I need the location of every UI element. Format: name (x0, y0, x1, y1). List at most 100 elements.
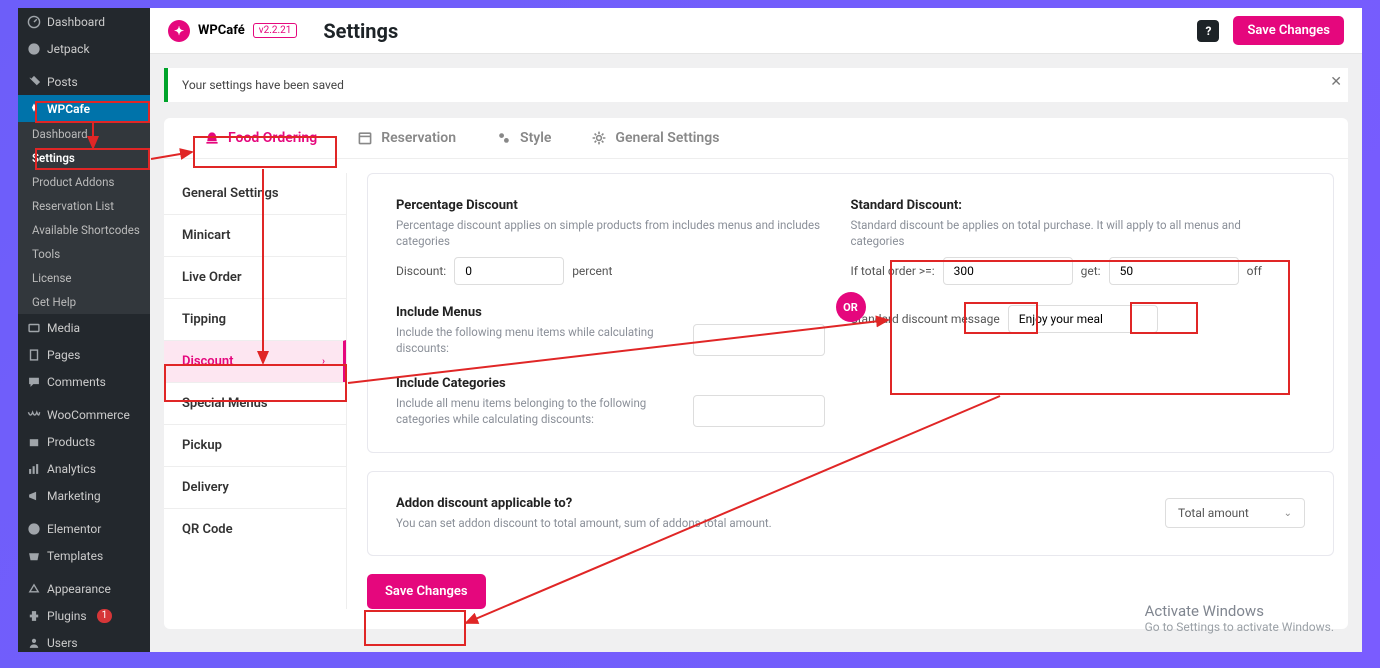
side-tab-label: Discount (182, 354, 234, 369)
dropdown-value: Total amount (1178, 506, 1249, 520)
side-tab-discount[interactable]: Discount› (164, 340, 346, 382)
side-tab-delivery[interactable]: Delivery (164, 466, 346, 508)
menu-label: Jetpack (47, 42, 90, 56)
include-categories-title: Include Categories (396, 376, 825, 391)
menu-marketing[interactable]: Marketing (18, 482, 150, 509)
menu-label: Pages (47, 348, 80, 362)
menu-elementor[interactable]: Elementor (18, 515, 150, 542)
include-menus-select[interactable] (693, 324, 825, 356)
menu-label: WooCommerce (47, 408, 130, 422)
tab-food-ordering[interactable]: Food Ordering (204, 130, 317, 146)
tab-label: General Settings (615, 130, 719, 146)
include-menus-desc: Include the following menu items while c… (396, 324, 685, 356)
include-categories-select[interactable] (693, 395, 825, 427)
addon-applicable-select[interactable]: Total amount ⌄ (1165, 498, 1305, 528)
side-tab-minicart[interactable]: Minicart (164, 214, 346, 256)
menu-label: WPCafe (47, 102, 90, 116)
sub-settings[interactable]: Settings (18, 146, 150, 170)
standard-title: Standard Discount: (851, 198, 1280, 213)
page-title: Settings (323, 19, 398, 43)
settings-saved-notice: Your settings have been saved ✕ (164, 68, 1348, 102)
menu-products[interactable]: Products (18, 428, 150, 455)
side-tab-tipping[interactable]: Tipping (164, 298, 346, 340)
calendar-icon (357, 130, 373, 146)
elementor-icon (26, 521, 41, 536)
sub-reservation[interactable]: Reservation List (18, 194, 150, 218)
appearance-icon (26, 581, 41, 596)
menu-label: Comments (47, 375, 106, 389)
brand-logo-icon: ✦ (168, 20, 190, 42)
side-tab-special-menus[interactable]: Special Menus (164, 382, 346, 424)
menu-label: Analytics (47, 462, 96, 476)
media-icon (26, 320, 41, 335)
menu-analytics[interactable]: Analytics (18, 455, 150, 482)
menu-posts[interactable]: Posts (18, 68, 150, 95)
side-tab-live-order[interactable]: Live Order (164, 256, 346, 298)
menu-label: Plugins (47, 609, 87, 623)
side-tab-general[interactable]: General Settings (164, 173, 346, 214)
standard-discount-column: Standard Discount: Standard discount be … (851, 198, 1306, 428)
sub-dashboard[interactable]: Dashboard (18, 122, 150, 146)
get-amount-input[interactable] (1109, 257, 1239, 285)
menu-jetpack[interactable]: Jetpack (18, 35, 150, 62)
menu-label: Appearance (47, 582, 111, 596)
menu-plugins[interactable]: Plugins 1 (18, 602, 150, 629)
pages-icon (26, 347, 41, 362)
style-icon (496, 130, 512, 146)
sub-tools[interactable]: Tools (18, 242, 150, 266)
discount-percent-input[interactable] (454, 257, 564, 285)
tab-style[interactable]: Style (496, 130, 551, 146)
addon-title: Addon discount applicable to? (396, 496, 772, 511)
dashboard-icon (26, 14, 41, 29)
users-icon (26, 635, 41, 650)
addon-desc: You can set addon discount to total amou… (396, 515, 772, 531)
dismiss-notice-button[interactable]: ✕ (1330, 74, 1342, 90)
menu-label: Dashboard (47, 15, 105, 29)
addon-discount-panel: Addon discount applicable to? You can se… (367, 471, 1334, 556)
menu-dashboard[interactable]: Dashboard (18, 8, 150, 35)
include-categories-desc: Include all menu items belonging to the … (396, 395, 685, 427)
wpcafe-icon (26, 101, 41, 116)
standard-desc: Standard discount be applies on total pu… (851, 217, 1280, 249)
tab-label: Style (520, 130, 551, 146)
menu-pages[interactable]: Pages (18, 341, 150, 368)
menu-templates[interactable]: Templates (18, 542, 150, 569)
save-changes-top-button[interactable]: Save Changes (1233, 16, 1344, 45)
jetpack-icon (26, 41, 41, 56)
sub-license[interactable]: License (18, 266, 150, 290)
tab-reservation[interactable]: Reservation (357, 130, 456, 146)
menu-media[interactable]: Media (18, 314, 150, 341)
plugins-update-badge: 1 (97, 609, 113, 623)
sub-help[interactable]: Get Help (18, 290, 150, 314)
sub-addons[interactable]: Product Addons (18, 170, 150, 194)
menu-comments[interactable]: Comments (18, 368, 150, 395)
if-total-label: If total order >=: (851, 264, 935, 278)
menu-wpcafe[interactable]: WPCafe (18, 95, 150, 122)
tab-label: Food Ordering (228, 130, 317, 146)
discount-message-input[interactable] (1008, 305, 1158, 333)
get-label: get: (1081, 264, 1101, 278)
menu-appearance[interactable]: Appearance (18, 575, 150, 602)
tab-general-settings[interactable]: General Settings (591, 130, 719, 146)
sub-shortcodes[interactable]: Available Shortcodes (18, 218, 150, 242)
topbar: ✦ WPCafé v2.2.21 Settings ? Save Changes (150, 8, 1362, 54)
menu-users[interactable]: Users (18, 629, 150, 652)
main-content: ✦ WPCafé v2.2.21 Settings ? Save Changes… (150, 8, 1362, 652)
settings-side-tabs: General Settings Minicart Live Order Tip… (164, 173, 347, 609)
pin-icon (26, 74, 41, 89)
if-total-input[interactable] (943, 257, 1073, 285)
side-tab-qr-code[interactable]: QR Code (164, 508, 346, 550)
side-tab-pickup[interactable]: Pickup (164, 424, 346, 466)
save-changes-button[interactable]: Save Changes (367, 574, 486, 609)
notice-text: Your settings have been saved (182, 78, 344, 92)
help-button[interactable]: ? (1197, 20, 1219, 42)
percentage-discount-column: Percentage Discount Percentage discount … (396, 198, 851, 428)
discount-message-label: Standard discount message (851, 312, 1000, 326)
off-label: off (1247, 264, 1262, 278)
discount-panel: Percentage Discount Percentage discount … (367, 173, 1334, 453)
version-badge: v2.2.21 (253, 23, 298, 38)
include-menus-title: Include Menus (396, 305, 825, 320)
menu-woocommerce[interactable]: WooCommerce (18, 401, 150, 428)
percentage-title: Percentage Discount (396, 198, 825, 213)
woo-icon (26, 407, 41, 422)
